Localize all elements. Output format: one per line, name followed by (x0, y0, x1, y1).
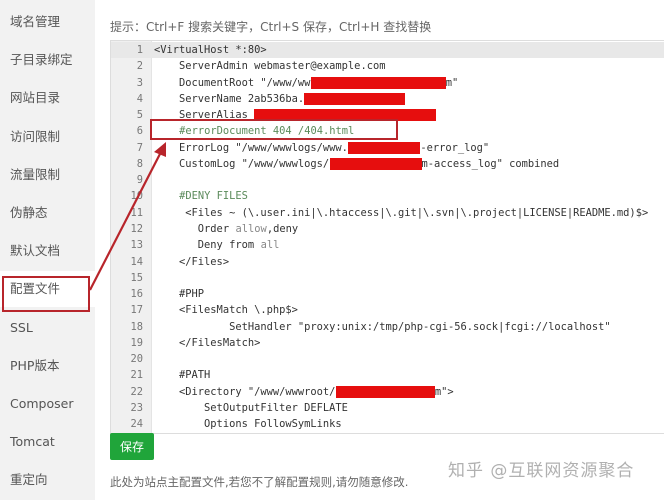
line-number: 10 (130, 190, 143, 203)
line-number: 15 (130, 271, 143, 284)
code-token: ServerAdmin webmaster@example.com (154, 60, 386, 73)
code-line: 13 Deny from all (111, 237, 664, 253)
sidebar-item[interactable]: 网站目录 (0, 80, 95, 116)
code-line: 18 SetHandler "proxy:unix:/tmp/php-cgi-5… (111, 319, 664, 335)
code-token: DocumentRoot "/www/ww (154, 76, 311, 89)
line-number: 5 (136, 109, 143, 122)
line-number: 13 (130, 239, 143, 252)
code-line: 11 <Files ~ (\.user.ini|\.htaccess|\.git… (111, 205, 664, 221)
code-token: all (260, 239, 280, 252)
code-token: Order (154, 222, 236, 235)
code-token: #PHP (154, 288, 205, 301)
redaction-bar (348, 141, 421, 154)
code-token: allow (235, 222, 267, 235)
code-token: m" (445, 76, 459, 89)
code-token: ServerName 2ab536ba. (154, 92, 305, 105)
watermark: 知乎 @互联网资源聚合 (448, 461, 635, 481)
redaction-bar (304, 92, 406, 105)
code-line: 19 </FilesMatch> (111, 335, 664, 351)
code-line: 3 DocumentRoot "/www/ww m" (111, 75, 664, 91)
annotation-box-error-document (150, 119, 398, 140)
code-token: ErrorLog "/www/wwwlogs/www. (154, 141, 348, 154)
code-line: 2 ServerAdmin webmaster@example.com (111, 58, 664, 74)
sidebar: 域名管理 子目录绑定 网站目录 访问限制 流量限制 伪静态 默认文档 配置文件 SSL PHP版本… (0, 0, 95, 500)
line-number: 21 (130, 369, 143, 382)
code-line: 1 <VirtualHost *:80> (111, 42, 664, 58)
code-line: 16 #PHP (111, 286, 664, 302)
editor-hint: 提示：Ctrl+F 搜索关键字，Ctrl+S 保存，Ctrl+H 查找替换 (110, 20, 432, 34)
sidebar-item[interactable]: Composer (0, 386, 95, 422)
code-token: <FilesMatch \.php$> (154, 304, 298, 317)
code-line: 14 </Files> (111, 254, 664, 270)
line-number: 3 (136, 76, 143, 89)
code-token: </FilesMatch> (154, 336, 261, 349)
code-token: Options FollowSymLinks (154, 418, 342, 431)
code-token: ,deny (266, 222, 299, 235)
line-number: 9 (136, 174, 143, 187)
line-number: 17 (130, 304, 143, 317)
line-number: 1 (136, 44, 143, 56)
sidebar-item[interactable]: 伪静态 (0, 195, 95, 231)
code-line: 22 <Directory "/www/wwwroot/m"> (111, 384, 664, 400)
line-number: 14 (130, 255, 143, 268)
code-token: m-access_log" combined (421, 157, 560, 170)
redaction-bar (329, 157, 422, 170)
line-number: 24 (130, 418, 143, 431)
sidebar-item[interactable]: 子目录绑定 (0, 42, 95, 78)
sidebar-item[interactable]: 域名管理 (0, 4, 95, 40)
line-number: 19 (130, 336, 143, 349)
code-line: 24 Options FollowSymLinks (111, 416, 664, 432)
sidebar-item[interactable]: 流量限制 (0, 157, 95, 193)
code-token: SetOutputFilter DEFLATE (154, 401, 348, 414)
line-number: 7 (136, 141, 143, 154)
code-token: #PATH (154, 369, 211, 382)
line-number: 12 (130, 222, 143, 235)
footer-note: 此处为站点主配置文件,若您不了解配置规则,请勿随意修改. (110, 475, 409, 489)
code-line: 7 ErrorLog "/www/wwwlogs/www. -error_log" (111, 140, 664, 156)
line-number: 16 (130, 288, 143, 301)
line-number: 22 (130, 385, 143, 398)
code-token: </Files> (154, 255, 230, 268)
annotation-box-config-file (2, 276, 90, 312)
line-number: 4 (136, 92, 143, 105)
code-line: 23 SetOutputFilter DEFLATE (111, 400, 664, 416)
line-number: 8 (136, 157, 143, 170)
code-token: m"> (434, 385, 454, 398)
code-line: 8 CustomLog "/www/wwwlogs/m-access_log" … (111, 156, 664, 172)
code-line: 21 #PATH (111, 367, 664, 383)
code-line: 10 #DENY FILES (111, 188, 664, 204)
sidebar-item[interactable]: 默认文档 (0, 233, 95, 269)
code-line: 15 (111, 270, 664, 286)
code-line: 9 (111, 172, 664, 188)
code-token: Deny from (154, 239, 261, 252)
sidebar-item[interactable]: PHP版本 (0, 348, 95, 384)
code-line: 17 <FilesMatch \.php$> (111, 302, 664, 318)
line-number: 2 (136, 60, 143, 73)
redaction-bar (335, 385, 435, 398)
code-line: 20 (111, 351, 664, 367)
save-button[interactable]: 保存 (110, 433, 154, 460)
redaction-bar (310, 76, 446, 89)
code-line: 12 Order allow ,deny (111, 221, 664, 237)
code-token: <Files ~ (\.user.ini|\.htaccess|\.git|\.… (154, 206, 649, 219)
code-token: CustomLog "/www/wwwlogs/ (154, 157, 330, 170)
code-editor[interactable]: 1 <VirtualHost *:80> 2 ServerAdmin webmast… (110, 40, 664, 434)
sidebar-item[interactable]: 重定向 (0, 462, 95, 498)
code-token: SetHandler "proxy:unix:/tmp/php-cgi-56.s… (154, 320, 611, 333)
line-number: 23 (130, 401, 143, 414)
code-token: <Directory "/www/wwwroot/ (154, 385, 336, 398)
code-token: -error_log" (420, 141, 490, 154)
code-line: 4 ServerName 2ab536ba. (111, 91, 664, 107)
sidebar-item[interactable]: 访问限制 (0, 119, 95, 155)
code-token: #DENY FILES (179, 190, 248, 203)
line-number: 20 (130, 353, 143, 366)
code-token: <VirtualHost *:80> (154, 44, 267, 56)
sidebar-item[interactable]: SSL (0, 310, 95, 346)
line-number: 18 (130, 320, 143, 333)
sidebar-item[interactable]: Tomcat (0, 424, 95, 460)
line-number: 6 (136, 125, 143, 138)
line-number: 11 (130, 206, 143, 219)
